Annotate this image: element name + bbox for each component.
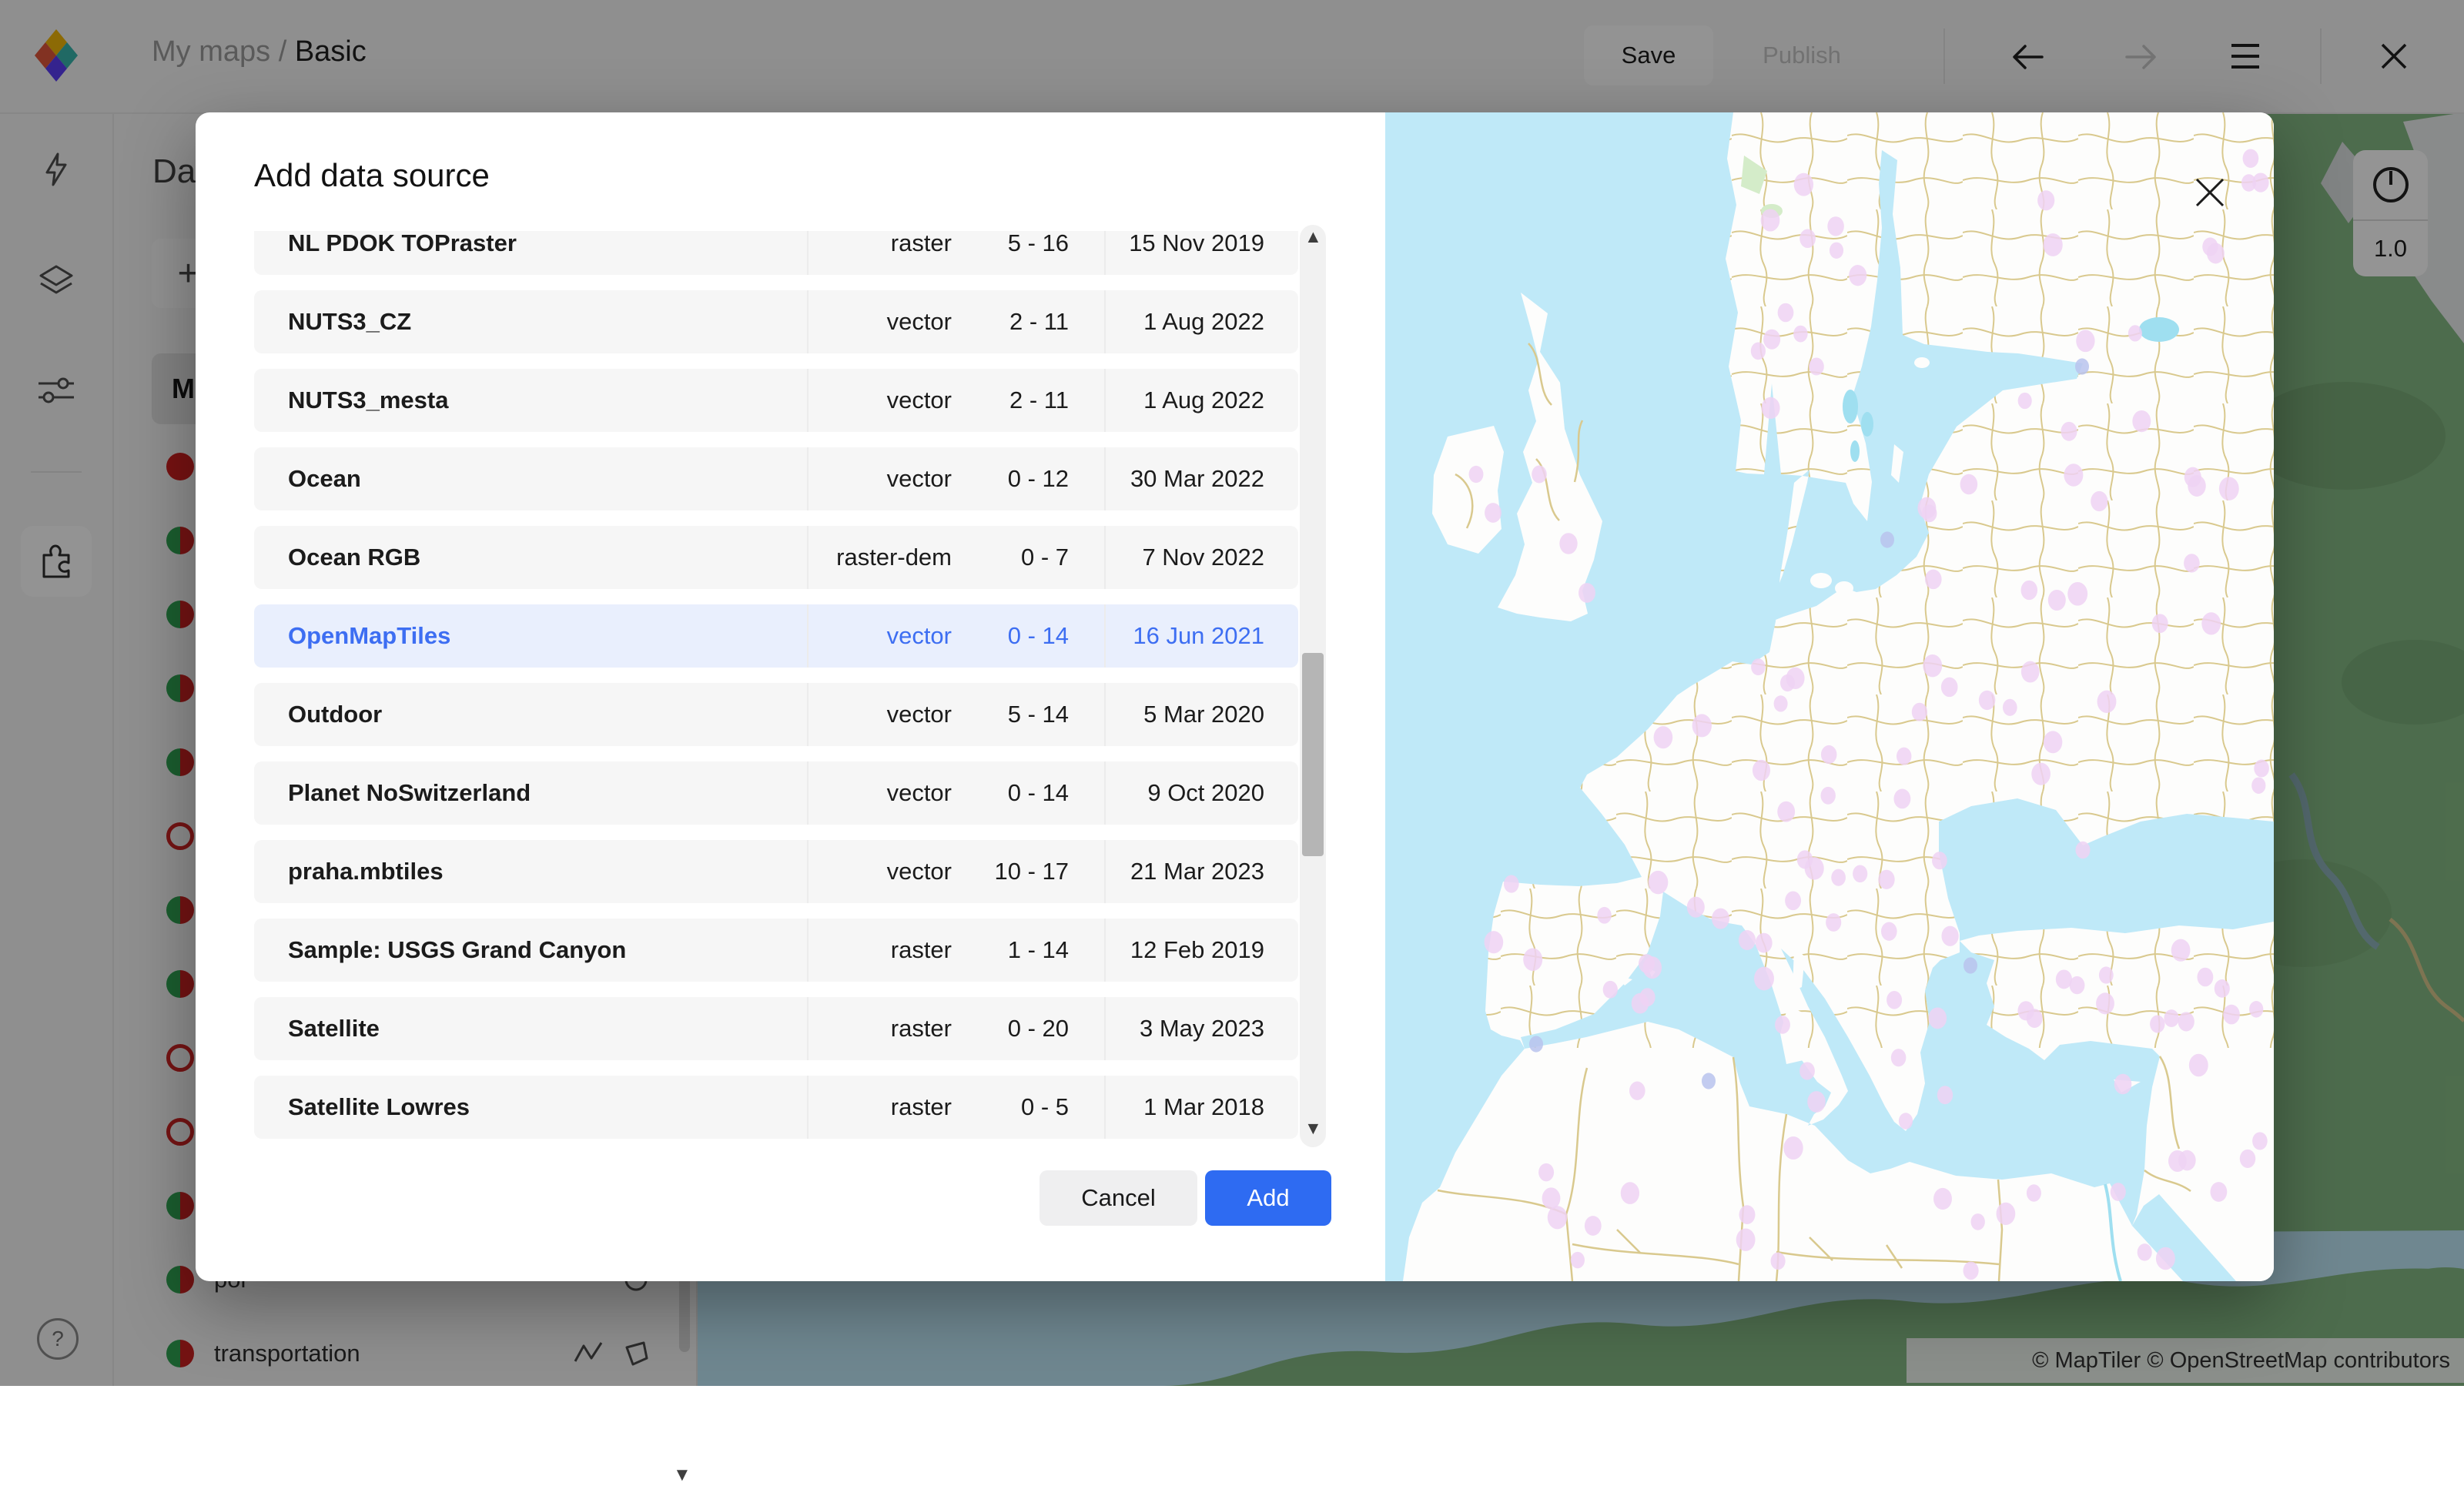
source-date: 3 May 2023 [1104, 997, 1264, 1060]
source-zoom: 1 - 14 [952, 936, 1069, 964]
dialog-title: Add data source [254, 157, 490, 194]
source-name: Ocean RGB [288, 544, 807, 571]
source-row[interactable]: Outdoorvector5 - 14 5 Mar 2020 [254, 683, 1298, 746]
source-type: vector [807, 447, 952, 510]
source-name: NUTS3_mesta [288, 387, 807, 414]
source-zoom: 5 - 14 [952, 701, 1069, 728]
source-date: 7 Nov 2022 [1104, 526, 1264, 589]
source-row[interactable]: NUTS3_CZvector2 - 11 1 Aug 2022 [254, 290, 1298, 353]
source-type: vector [807, 369, 952, 432]
source-name: NUTS3_CZ [288, 308, 807, 336]
source-type: raster [807, 231, 952, 275]
source-list: NL PDOK TOPrasterraster5 - 1615 Nov 2019… [254, 231, 1298, 1140]
source-date: 12 Feb 2019 [1104, 919, 1264, 982]
source-zoom: 0 - 14 [952, 779, 1069, 807]
source-type: raster-dem [807, 526, 952, 589]
source-name: NL PDOK TOPraster [288, 231, 807, 257]
source-zoom: 10 - 17 [952, 858, 1069, 885]
source-date: 9 Oct 2020 [1104, 761, 1264, 825]
source-zoom: 0 - 5 [952, 1093, 1069, 1121]
source-date: 1 Mar 2018 [1104, 1076, 1264, 1139]
add-data-source-dialog: Add data source NL PDOK TOPrasterraster5… [196, 112, 2274, 1281]
source-row[interactable]: NL PDOK TOPrasterraster5 - 16 15 Nov 2019 [254, 231, 1298, 275]
source-row[interactable]: OpenMapTilesvector0 - 14 16 Jun 2021 [254, 604, 1298, 668]
source-type: vector [807, 683, 952, 746]
source-zoom: 5 - 16 [952, 231, 1069, 257]
source-row[interactable]: praha.mbtilesvector10 - 17 21 Mar 2023 [254, 840, 1298, 903]
source-date: 16 Jun 2021 [1104, 604, 1264, 668]
source-name: OpenMapTiles [288, 622, 807, 650]
cancel-button[interactable]: Cancel [1040, 1170, 1197, 1226]
source-name: praha.mbtiles [288, 858, 807, 885]
source-type: raster [807, 1076, 952, 1139]
source-row[interactable]: Ocean RGBraster-dem0 - 7 7 Nov 2022 [254, 526, 1298, 589]
source-row[interactable]: Sample: USGS Grand Canyonraster1 - 14 12 … [254, 919, 1298, 982]
source-map-preview[interactable] [1385, 112, 2274, 1281]
dialog-close-icon [2193, 176, 2227, 209]
source-zoom: 0 - 7 [952, 544, 1069, 571]
source-date: 30 Mar 2022 [1104, 447, 1264, 510]
add-button[interactable]: Add [1205, 1170, 1331, 1226]
source-row[interactable]: Planet NoSwitzerlandvector0 - 14 9 Oct 20… [254, 761, 1298, 825]
source-type: vector [807, 840, 952, 903]
source-name: Planet NoSwitzerland [288, 779, 807, 807]
source-type: vector [807, 290, 952, 353]
source-date: 1 Aug 2022 [1104, 369, 1264, 432]
source-type: vector [807, 761, 952, 825]
source-date: 21 Mar 2023 [1104, 840, 1264, 903]
scroll-down-icon[interactable]: ▼ [1304, 1118, 1322, 1139]
source-row[interactable]: Satellite Lowresraster0 - 5 1 Mar 2018 [254, 1076, 1298, 1139]
source-row[interactable]: Oceanvector0 - 12 30 Mar 2022 [254, 447, 1298, 510]
source-date: 15 Nov 2019 [1104, 231, 1264, 275]
source-date: 1 Aug 2022 [1104, 290, 1264, 353]
source-zoom: 2 - 11 [952, 308, 1069, 336]
source-name: Ocean [288, 465, 807, 493]
source-name: Satellite [288, 1015, 807, 1043]
source-zoom: 0 - 14 [952, 622, 1069, 650]
source-row[interactable]: Satelliteraster0 - 20 3 May 2023 [254, 997, 1298, 1060]
source-name: Satellite Lowres [288, 1093, 807, 1121]
dialog-close-button[interactable] [2193, 176, 2227, 209]
scroll-up-icon[interactable]: ▲ [1304, 226, 1322, 247]
source-name: Outdoor [288, 701, 807, 728]
source-row[interactable]: NUTS3_mestavector2 - 11 1 Aug 2022 [254, 369, 1298, 432]
source-zoom: 0 - 12 [952, 465, 1069, 493]
source-date: 5 Mar 2020 [1104, 683, 1264, 746]
source-type: raster [807, 997, 952, 1060]
source-zoom: 0 - 20 [952, 1015, 1069, 1043]
panel-scroll-down-icon[interactable]: ▼ [673, 1464, 691, 1486]
source-type: raster [807, 919, 952, 982]
source-name: Sample: USGS Grand Canyon [288, 936, 807, 964]
source-zoom: 2 - 11 [952, 387, 1069, 414]
source-type: vector [807, 604, 952, 668]
dialog-scrollbar-thumb[interactable] [1302, 653, 1324, 856]
